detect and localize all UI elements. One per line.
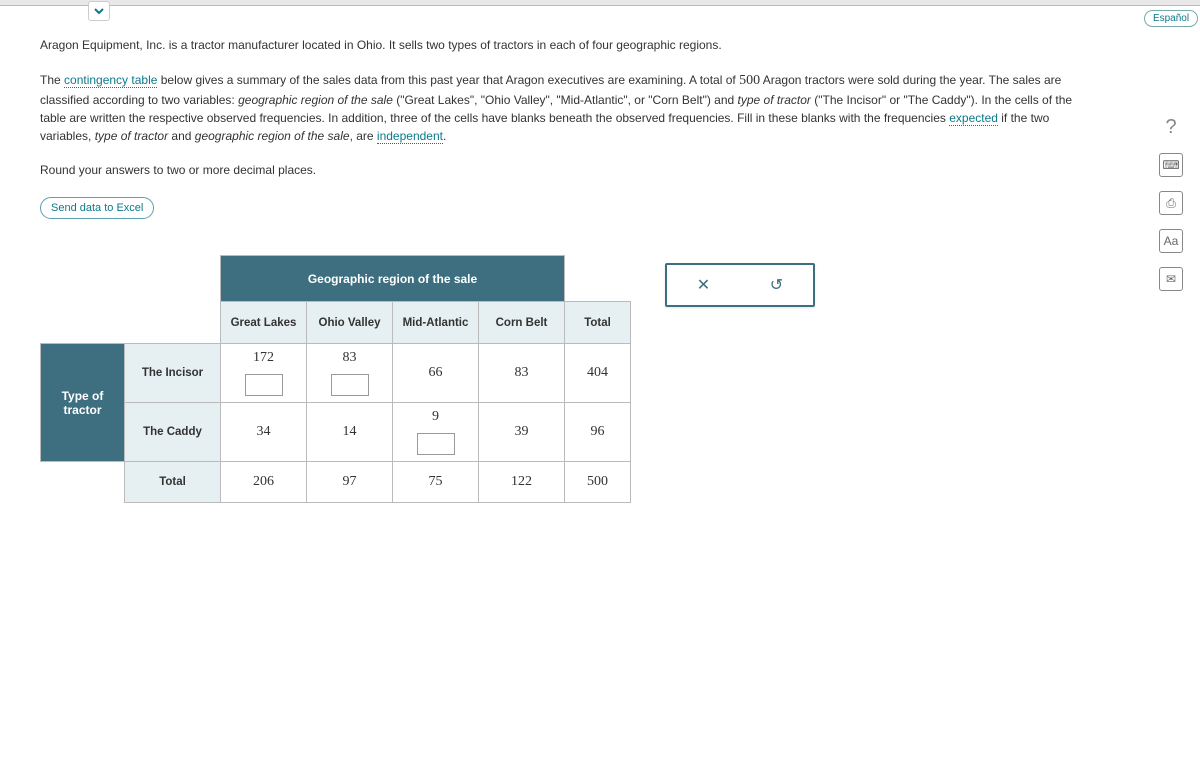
contingency-table-wrap: Geographic region of the sale Great Lake… (40, 255, 631, 503)
row-header-caddy: The Caddy (125, 403, 221, 462)
cell-incisor-cb: 83 (479, 344, 565, 403)
cell-total-ma: 75 (393, 462, 479, 503)
obs-incisor-ov: 83 (343, 350, 357, 366)
text: ("Great Lakes", "Ohio Valley", "Mid-Atla… (393, 93, 738, 107)
col-header-ma: Mid-Atlantic (393, 302, 479, 344)
language-button[interactable]: Español (1144, 10, 1198, 27)
text: and (168, 129, 195, 143)
right-rail: Español ? ⌨ ⎙ Aa ✉ (1150, 10, 1192, 291)
total-cb: 122 (511, 474, 532, 490)
mail-icon[interactable]: ✉ (1159, 267, 1183, 291)
cell-caddy-total: 96 (565, 403, 631, 462)
table-row-total: Total 206 97 75 122 500 (41, 462, 631, 503)
total-ma: 75 (429, 474, 443, 490)
cell-incisor-gl: 172 (221, 344, 307, 403)
cell-caddy-ma: 9 (393, 403, 479, 462)
col-header-ov: Ohio Valley (307, 302, 393, 344)
paragraph-1: Aragon Equipment, Inc. is a tractor manu… (40, 36, 1088, 54)
cell-caddy-cb: 39 (479, 403, 565, 462)
obs-incisor-gl: 172 (253, 350, 274, 366)
clear-button[interactable]: ✕ (690, 271, 718, 299)
col-header-cb: Corn Belt (479, 302, 565, 344)
cell-total-cb: 122 (479, 462, 565, 503)
cell-total-gl: 206 (221, 462, 307, 503)
cell-incisor-ov: 83 (307, 344, 393, 403)
link-expected[interactable]: expected (949, 111, 998, 126)
grand-total: 500 (587, 474, 608, 490)
table-row-caddy: The Caddy 34 14 9 (41, 403, 631, 462)
chevron-down-icon (93, 5, 105, 17)
italic-tractor-2: type of tractor (95, 129, 168, 143)
italic-tractor: type of tractor (738, 93, 811, 107)
close-icon: ✕ (697, 275, 710, 295)
text: , are (350, 129, 377, 143)
table-row-incisor: Type of tractor The Incisor 172 83 (41, 344, 631, 403)
table-area: Geographic region of the sale Great Lake… (40, 255, 1088, 503)
input-expected-caddy-ma[interactable] (417, 433, 455, 455)
contingency-table: Geographic region of the sale Great Lake… (40, 255, 631, 503)
corner-blank-right (565, 256, 631, 302)
number-total: 500 (739, 73, 760, 88)
help-icon[interactable]: ? (1159, 115, 1183, 139)
cell-incisor-ma: 66 (393, 344, 479, 403)
problem-content: Aragon Equipment, Inc. is a tractor manu… (0, 6, 1128, 513)
total-ov: 97 (343, 474, 357, 490)
input-expected-incisor-ov[interactable] (331, 374, 369, 396)
rounding-instruction: Round your answers to two or more decima… (40, 161, 1088, 179)
cell-caddy-ov: 14 (307, 403, 393, 462)
obs-incisor-ma: 66 (429, 365, 443, 381)
reset-button[interactable]: ↺ (763, 271, 791, 299)
text: The (40, 73, 64, 87)
text: Aragon Equipment, Inc. is a tractor manu… (40, 38, 722, 52)
cell-caddy-gl: 34 (221, 403, 307, 462)
total-gl: 206 (253, 474, 274, 490)
cell-total-ov: 97 (307, 462, 393, 503)
tool-panel: ✕ ↺ (665, 263, 815, 307)
obs-caddy-gl: 34 (257, 424, 271, 440)
font-size-icon[interactable]: Aa (1159, 229, 1183, 253)
obs-caddy-cb: 39 (515, 424, 529, 440)
corner-blank (41, 256, 221, 344)
corner-blank-bottom (41, 462, 125, 503)
obs-caddy-ov: 14 (343, 424, 357, 440)
row-group-header: Type of tractor (41, 344, 125, 462)
send-to-excel-button[interactable]: Send data to Excel (40, 197, 154, 219)
text: . (443, 129, 446, 143)
obs-incisor-cb: 83 (515, 365, 529, 381)
link-independent[interactable]: independent (377, 129, 443, 144)
obs-caddy-ma: 9 (432, 409, 439, 425)
italic-region: geographic region of the sale (238, 93, 393, 107)
section-dropdown-toggle[interactable] (88, 1, 110, 21)
col-group-header: Geographic region of the sale (221, 256, 565, 302)
undo-icon: ↺ (770, 275, 783, 295)
link-contingency-table[interactable]: contingency table (64, 73, 157, 88)
paragraph-2: The contingency table below gives a summ… (40, 70, 1088, 145)
cell-total-total: 500 (565, 462, 631, 503)
col-header-gl: Great Lakes (221, 302, 307, 344)
total-caddy: 96 (591, 424, 605, 440)
cell-incisor-total: 404 (565, 344, 631, 403)
italic-region-2: geographic region of the sale (195, 129, 350, 143)
text: below gives a summary of the sales data … (157, 73, 739, 87)
calculator-icon[interactable]: ⌨ (1159, 153, 1183, 177)
input-expected-incisor-gl[interactable] (245, 374, 283, 396)
print-icon[interactable]: ⎙ (1159, 191, 1183, 215)
row-header-incisor: The Incisor (125, 344, 221, 403)
col-header-total: Total (565, 302, 631, 344)
total-incisor: 404 (587, 365, 608, 381)
row-header-total: Total (125, 462, 221, 503)
